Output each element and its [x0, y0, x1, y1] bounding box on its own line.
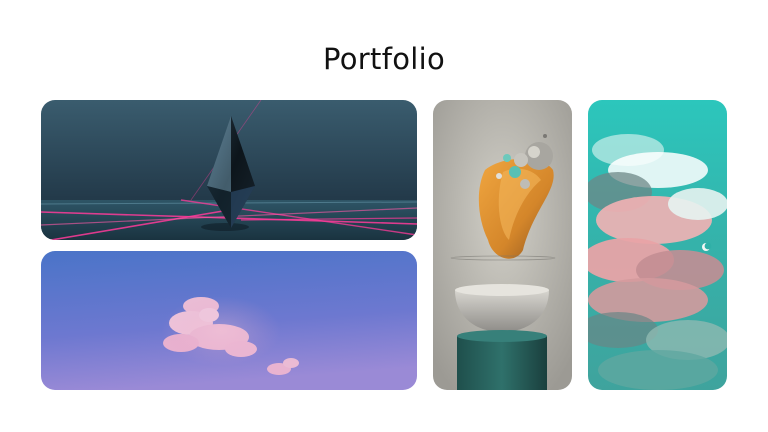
gallery-item-crystal[interactable] — [41, 100, 417, 240]
3d-sculpture-pedestal-image — [433, 100, 572, 390]
pink-cloud-blue-sky-image — [41, 251, 417, 390]
page-title: Portfolio — [323, 42, 445, 76]
pink-clouds-teal-sky-image — [588, 100, 727, 390]
abstract-crystal-neon-image — [41, 100, 417, 240]
gallery-item-teal-clouds[interactable] — [588, 100, 727, 390]
gallery-item-sculpture[interactable] — [433, 100, 572, 390]
gallery-item-sky-cloud[interactable] — [41, 251, 417, 390]
portfolio-page: Portfolio — [0, 0, 768, 432]
